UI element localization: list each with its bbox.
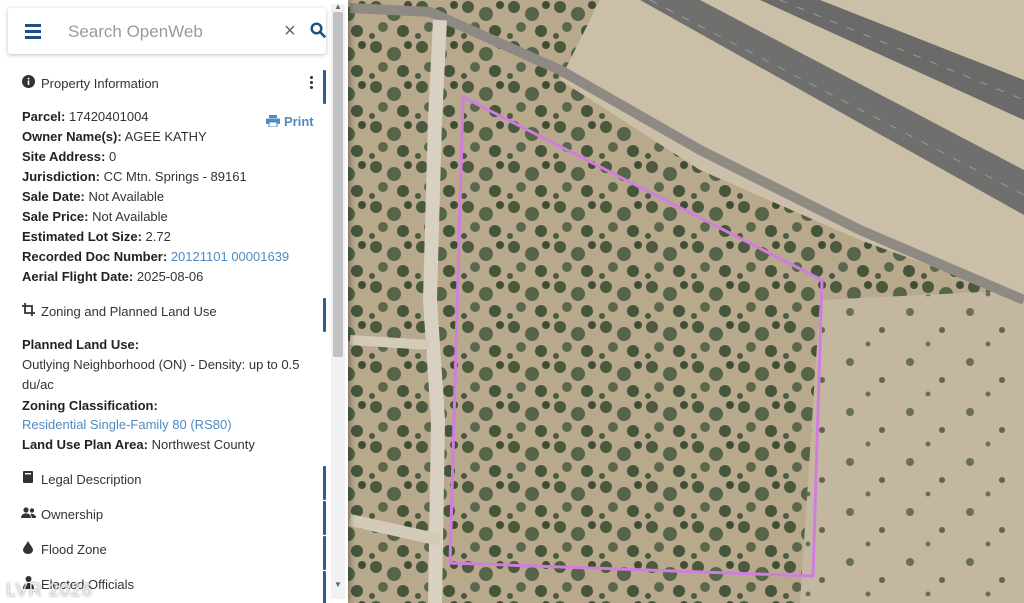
info-icon (21, 75, 35, 91)
users-icon (21, 506, 36, 522)
section-property-information[interactable]: Property Information (8, 68, 326, 104)
field-aerial-date: Aerial Flight Date: 2025-08-06 (22, 269, 204, 284)
water-drop-icon (21, 541, 35, 557)
section-accent-bar (323, 536, 326, 570)
field-sale-price: Sale Price: Not Available (22, 209, 168, 224)
more-options-icon[interactable] (310, 76, 314, 91)
scroll-down-arrow-icon[interactable]: ▼ (333, 580, 343, 589)
search-input[interactable] (66, 18, 270, 46)
field-owner: Owner Name(s): AGEE KATHY (22, 129, 207, 144)
section-accent-bar (323, 298, 326, 332)
section-flood-zone[interactable]: Flood Zone (8, 534, 326, 570)
search-bar: × (8, 8, 326, 54)
field-plan-area: Land Use Plan Area: Northwest County (22, 437, 255, 452)
field-sale-date: Sale Date: Not Available (22, 189, 165, 204)
section-accent-bar (323, 501, 326, 535)
field-recorded-doc: Recorded Doc Number: 20121101 00001639 (22, 249, 290, 264)
print-label: Print (284, 114, 314, 129)
search-icon[interactable] (310, 22, 326, 43)
field-parcel: Parcel: 17420401004 (22, 109, 149, 124)
section-zoning[interactable]: Zoning and Planned Land Use (8, 296, 326, 332)
crop-icon (21, 303, 35, 319)
section-ownership[interactable]: Ownership (8, 499, 326, 535)
planned-land-use-label: Planned Land Use: (22, 337, 140, 352)
section-accent-bar (323, 571, 326, 603)
recorded-doc-link[interactable]: 20121101 00001639 (171, 249, 289, 264)
section-title: Flood Zone (41, 541, 107, 557)
zoning-classification-label: Zoning Classification: (22, 398, 158, 413)
section-title: Legal Description (41, 471, 142, 487)
field-lot-size: Estimated Lot Size: 2.72 (22, 229, 171, 244)
book-icon (21, 471, 35, 487)
watermark: LVR 2026 (6, 580, 93, 600)
section-legal-description[interactable]: Legal Description (8, 464, 326, 500)
print-button[interactable]: Print (266, 114, 314, 129)
section-title: Property Information (41, 75, 159, 91)
field-jurisdiction: Jurisdiction: CC Mtn. Springs - 89161 (22, 169, 247, 184)
section-accent-bar (323, 70, 326, 104)
planned-land-use-link[interactable]: Outlying Neighborhood (ON) - Density: up… (22, 355, 312, 395)
section-title: Zoning and Planned Land Use (41, 303, 217, 319)
field-site-address: Site Address: 0 (22, 149, 117, 164)
side-panel: × Property Information Print Parcel: 174… (0, 0, 348, 603)
close-icon[interactable]: × (284, 21, 296, 41)
printer-icon (266, 115, 280, 128)
menu-icon[interactable] (25, 24, 41, 39)
section-title: Ownership (41, 506, 104, 522)
zoning-classification-link[interactable]: Residential Single-Family 80 (RS80) (22, 415, 232, 435)
scroll-up-arrow-icon[interactable]: ▲ (333, 2, 343, 11)
section-accent-bar (323, 466, 326, 500)
scrollbar-thumb[interactable] (333, 12, 343, 357)
